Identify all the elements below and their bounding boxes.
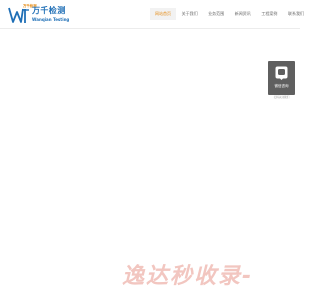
nav-item-home[interactable]: 网站首页 [150, 8, 176, 20]
main-nav: 网站首页 关于我们 业务范围 新闻资讯 工程案例 联系我们 [150, 8, 310, 20]
site-logo[interactable]: 万千检测 万千检测 Wanqian Testing [8, 3, 86, 25]
wechat-consult-caption: 扫码关注我们 [273, 96, 290, 99]
wechat-consult-widget[interactable]: 微信咨询 [268, 61, 295, 95]
brand-name: 万千检测 [32, 6, 66, 15]
nav-item-about[interactable]: 关于我们 [177, 8, 203, 20]
site-header: 万千检测 万千检测 Wanqian Testing 网站首页 关于我们 业务范围… [0, 0, 304, 29]
qr-code-icon [275, 66, 288, 80]
nav-item-contact[interactable]: 联系我们 [283, 8, 309, 20]
nav-item-cases[interactable]: 工程案例 [256, 8, 282, 20]
nav-item-services[interactable]: 业务范围 [203, 8, 229, 20]
brand-name-en: Wanqian Testing [32, 17, 70, 22]
nav-item-news[interactable]: 新闻资讯 [230, 8, 256, 20]
wechat-consult-label: 微信咨询 [274, 84, 289, 88]
watermark-text: 逸达秒收录- [122, 264, 254, 289]
logo-mark-icon [8, 7, 29, 23]
